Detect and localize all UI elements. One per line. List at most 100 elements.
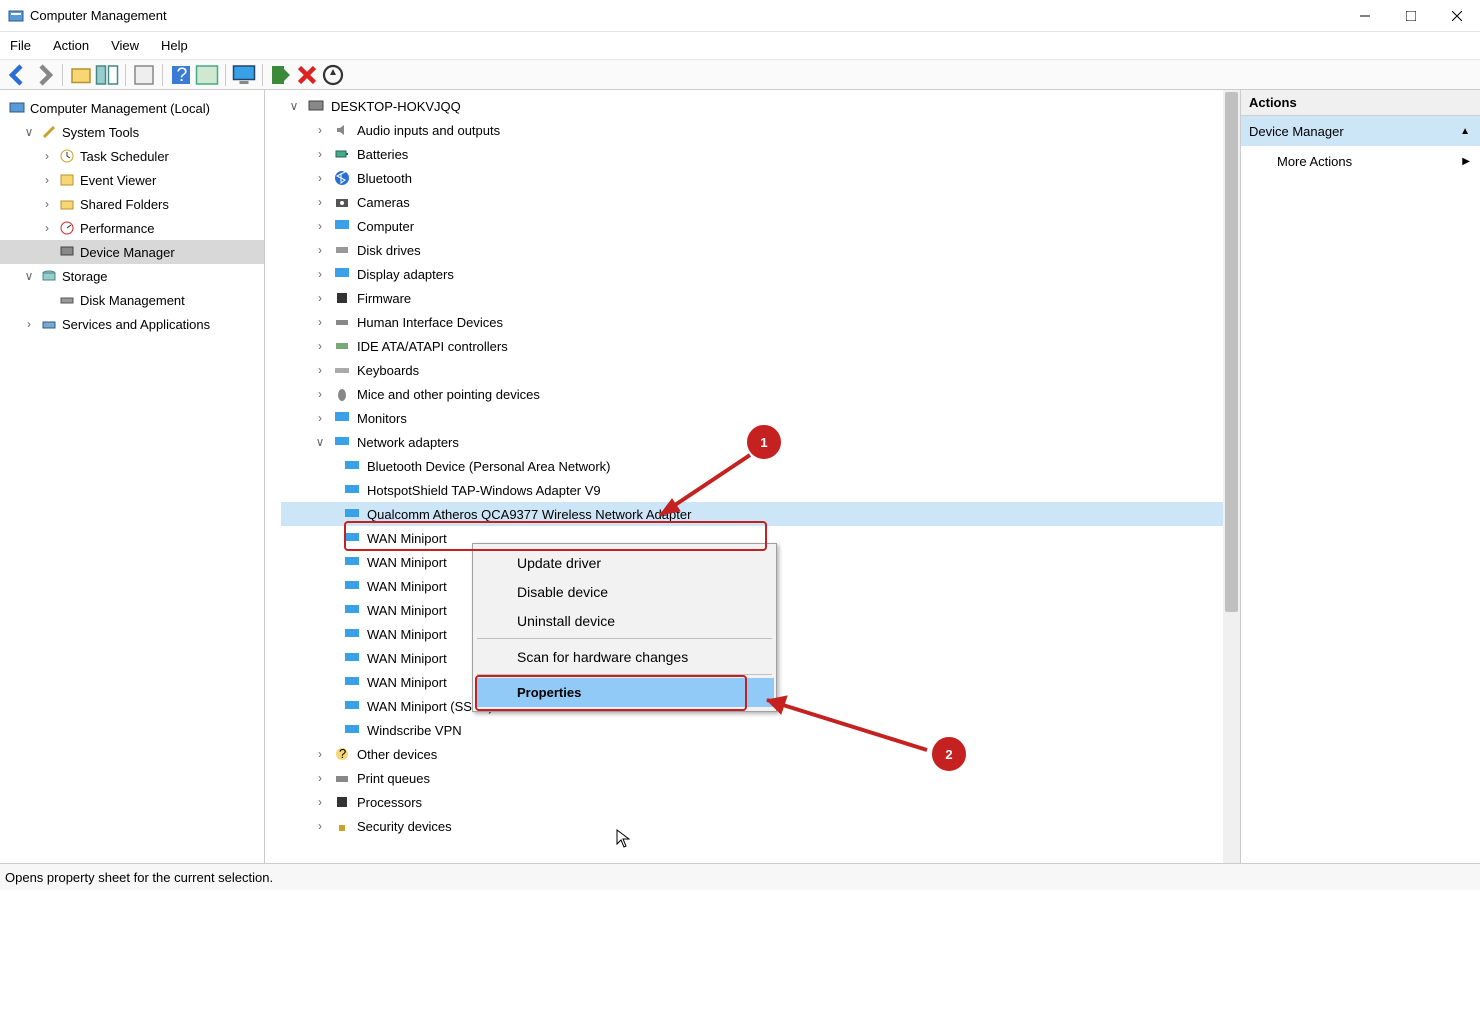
- nic-icon: [343, 601, 361, 619]
- tree-event-viewer[interactable]: ›Event Viewer: [0, 168, 264, 192]
- scrollbar-thumb[interactable]: [1225, 92, 1238, 612]
- uninstall-button[interactable]: [295, 63, 319, 87]
- hid-icon: [333, 313, 351, 331]
- show-hide-tree-button[interactable]: [95, 63, 119, 87]
- dev-diskdrives[interactable]: ›Disk drives: [281, 238, 1240, 262]
- dev-bluetooth[interactable]: ›Bluetooth: [281, 166, 1240, 190]
- expand-icon[interactable]: ›: [40, 197, 54, 211]
- expand-icon[interactable]: ›: [40, 221, 54, 235]
- tree-storage[interactable]: ∨Storage: [0, 264, 264, 288]
- properties-button[interactable]: [132, 63, 156, 87]
- annotation-box-2: [475, 675, 747, 711]
- annotation-arrow-1: [640, 445, 770, 535]
- ctx-scan-hardware[interactable]: Scan for hardware changes: [475, 642, 774, 671]
- tree-device-manager[interactable]: ›Device Manager: [0, 240, 264, 264]
- tree-shared-folders[interactable]: ›Shared Folders: [0, 192, 264, 216]
- mouse-icon: [333, 385, 351, 403]
- dev-keyboards[interactable]: ›Keyboards: [281, 358, 1240, 382]
- storage-icon: [40, 267, 58, 285]
- chip-icon: [333, 289, 351, 307]
- ctx-disable-device[interactable]: Disable device: [475, 577, 774, 606]
- tree-system-tools[interactable]: ∨System Tools: [0, 120, 264, 144]
- status-bar: Opens property sheet for the current sel…: [0, 864, 1480, 890]
- ctx-uninstall-device[interactable]: Uninstall device: [475, 606, 774, 635]
- nic-icon: [343, 697, 361, 715]
- menu-help[interactable]: Help: [161, 38, 188, 53]
- dev-processors[interactable]: ›Processors: [281, 790, 1240, 814]
- nic-icon: [343, 649, 361, 667]
- dev-computer[interactable]: ›Computer: [281, 214, 1240, 238]
- dev-display[interactable]: ›Display adapters: [281, 262, 1240, 286]
- dev-mice[interactable]: ›Mice and other pointing devices: [281, 382, 1240, 406]
- camera-icon: [333, 193, 351, 211]
- dev-cameras[interactable]: ›Cameras: [281, 190, 1240, 214]
- back-button[interactable]: [6, 63, 30, 87]
- tree-disk-management[interactable]: ›Disk Management: [0, 288, 264, 312]
- nic-icon: [343, 577, 361, 595]
- minimize-button[interactable]: [1342, 0, 1388, 32]
- titlebar: Computer Management: [0, 0, 1480, 32]
- tree-task-scheduler[interactable]: ›Task Scheduler: [0, 144, 264, 168]
- scan-hardware-button[interactable]: [321, 63, 345, 87]
- menu-view[interactable]: View: [111, 38, 139, 53]
- window-title: Computer Management: [30, 8, 167, 23]
- maximize-button[interactable]: [1388, 0, 1434, 32]
- services-icon: [40, 315, 58, 333]
- device-icon: [58, 243, 76, 261]
- svg-text:?: ?: [177, 64, 188, 86]
- separator: [477, 638, 772, 639]
- action-pane-button[interactable]: [195, 63, 219, 87]
- dev-firmware[interactable]: ›Firmware: [281, 286, 1240, 310]
- scrollbar[interactable]: [1223, 90, 1240, 863]
- computer-icon: [8, 99, 26, 117]
- dev-batteries[interactable]: ›Batteries: [281, 142, 1240, 166]
- other-icon: ?: [333, 745, 351, 763]
- svg-text:?: ?: [339, 746, 346, 761]
- ide-icon: [333, 337, 351, 355]
- collapse-icon[interactable]: ∨: [313, 435, 327, 449]
- help-button[interactable]: ?: [169, 63, 193, 87]
- more-actions[interactable]: More Actions▶: [1241, 146, 1480, 176]
- hdd-icon: [333, 241, 351, 259]
- up-button[interactable]: [69, 63, 93, 87]
- tree-services-apps[interactable]: ›Services and Applications: [0, 312, 264, 336]
- nic-icon: [343, 553, 361, 571]
- menubar: File Action View Help: [0, 32, 1480, 60]
- tree-performance[interactable]: ›Performance: [0, 216, 264, 240]
- security-icon: [333, 817, 351, 835]
- collapse-icon[interactable]: ∨: [22, 269, 36, 283]
- collapse-icon[interactable]: ∨: [22, 125, 36, 139]
- expand-icon[interactable]: ›: [22, 317, 36, 331]
- cursor-icon: [616, 829, 630, 849]
- expand-icon[interactable]: ›: [40, 173, 54, 187]
- expand-icon[interactable]: ›: [40, 149, 54, 163]
- perf-icon: [58, 219, 76, 237]
- collapse-icon[interactable]: ∨: [287, 99, 301, 113]
- collapse-icon: ▲: [1460, 126, 1470, 137]
- forward-button[interactable]: [32, 63, 56, 87]
- actions-pane: Actions Device Manager▲ More Actions▶: [1240, 90, 1480, 863]
- toolbar: ?: [0, 60, 1480, 90]
- dev-audio[interactable]: ›Audio inputs and outputs: [281, 118, 1240, 142]
- battery-icon: [333, 145, 351, 163]
- monitor-icon[interactable]: [232, 63, 256, 87]
- ctx-update-driver[interactable]: Update driver: [475, 548, 774, 577]
- menu-file[interactable]: File: [10, 38, 31, 53]
- network-icon: [333, 433, 351, 451]
- console-tree[interactable]: Computer Management (Local) ∨System Tool…: [0, 90, 265, 863]
- dev-ide[interactable]: ›IDE ATA/ATAPI controllers: [281, 334, 1240, 358]
- tree-root[interactable]: Computer Management (Local): [0, 96, 264, 120]
- actions-section[interactable]: Device Manager▲: [1241, 116, 1480, 146]
- dev-security[interactable]: ›Security devices: [281, 814, 1240, 838]
- speaker-icon: [333, 121, 351, 139]
- menu-action[interactable]: Action: [53, 38, 89, 53]
- clock-icon: [58, 147, 76, 165]
- monitor-icon: [333, 409, 351, 427]
- dev-printq[interactable]: ›Print queues: [281, 766, 1240, 790]
- event-icon: [58, 171, 76, 189]
- actions-header: Actions: [1241, 90, 1480, 116]
- close-button[interactable]: [1434, 0, 1480, 32]
- device-root[interactable]: ∨DESKTOP-HOKVJQQ: [281, 94, 1240, 118]
- enable-device-button[interactable]: [269, 63, 293, 87]
- dev-hid[interactable]: ›Human Interface Devices: [281, 310, 1240, 334]
